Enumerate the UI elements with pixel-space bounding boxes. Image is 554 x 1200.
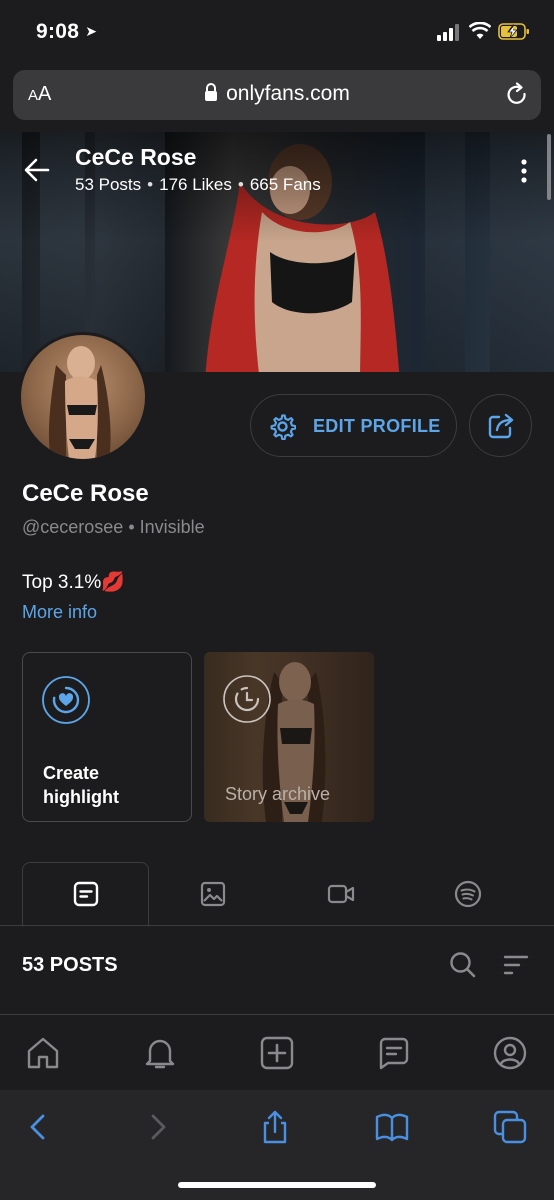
video-icon	[327, 884, 355, 904]
status-bar: 9:08 ➤	[0, 0, 554, 64]
tabs-icon[interactable]	[493, 1110, 527, 1144]
presence-status: Invisible	[139, 517, 205, 537]
edit-profile-label: EDIT PROFILE	[313, 416, 441, 436]
fans-stat: 665 Fans	[249, 175, 321, 194]
gear-icon	[270, 414, 296, 440]
handle-line: @cecerosee • Invisible	[22, 517, 205, 538]
tab-videos[interactable]	[277, 862, 403, 926]
media-icon	[200, 881, 226, 907]
content-tabs	[0, 862, 554, 927]
time-text: 9:08	[36, 20, 80, 43]
edit-profile-button[interactable]: EDIT PROFILE	[250, 394, 457, 457]
home-indicator[interactable]	[178, 1182, 376, 1188]
profile-icon[interactable]	[492, 1035, 528, 1071]
home-icon[interactable]	[25, 1035, 61, 1071]
status-time: 9:08 ➤	[36, 20, 97, 44]
story-archive-icon	[223, 675, 271, 723]
reload-icon[interactable]	[505, 82, 529, 108]
profile-name: CeCe Rose	[22, 480, 149, 507]
battery-charging-icon	[498, 23, 529, 40]
browser-forward-icon[interactable]	[140, 1110, 174, 1144]
wifi-icon	[469, 22, 491, 39]
browser-share-icon[interactable]	[258, 1110, 292, 1144]
profile-stats: 53 Posts • 176 Likes • 665 Fans	[75, 175, 321, 195]
spotify-icon	[454, 880, 482, 908]
create-highlight-card[interactable]: Create highlight	[22, 652, 192, 822]
url-display[interactable]: onlyfans.com	[13, 82, 541, 106]
more-info-link[interactable]: More info	[22, 602, 97, 623]
posts-stat: 53 Posts	[75, 175, 142, 194]
posts-icon	[73, 881, 99, 907]
url-text: onlyfans.com	[226, 82, 350, 105]
messages-icon[interactable]	[376, 1035, 412, 1071]
bell-icon[interactable]	[142, 1035, 178, 1071]
likes-stat: 176 Likes	[159, 175, 232, 194]
share-profile-button[interactable]	[469, 394, 532, 457]
cellular-signal-icon	[437, 24, 459, 41]
story-archive-card[interactable]: Story archive	[204, 652, 374, 822]
browser-back-icon[interactable]	[22, 1110, 56, 1144]
lock-icon	[205, 83, 218, 101]
avatar-figure	[48, 346, 111, 459]
story-archive-label: Story archive	[225, 784, 331, 804]
address-bar[interactable]: AA onlyfans.com	[13, 70, 541, 120]
sort-icon[interactable]	[502, 953, 530, 977]
tab-spotify[interactable]	[404, 862, 532, 926]
bottom-navigation	[0, 1014, 554, 1090]
cover-profile-name: CeCe Rose	[75, 144, 197, 170]
separator-dot: •	[237, 175, 244, 194]
separator-dot: •	[128, 517, 135, 537]
separator-dot: •	[147, 175, 154, 194]
back-arrow-icon[interactable]	[24, 158, 50, 182]
avatar[interactable]	[18, 332, 148, 462]
create-highlight-line1: Create	[43, 763, 100, 783]
tab-media[interactable]	[150, 862, 276, 926]
search-icon[interactable]	[449, 951, 476, 978]
create-highlight-icon	[42, 676, 90, 724]
bookmarks-icon[interactable]	[375, 1110, 409, 1144]
create-highlight-label: Create highlight	[43, 761, 119, 809]
tab-posts[interactable]	[22, 862, 149, 927]
share-icon	[488, 413, 514, 439]
more-options-icon[interactable]	[516, 156, 532, 186]
profile-bio: Top 3.1%💋	[22, 572, 125, 593]
scrollbar[interactable]	[547, 134, 551, 200]
posts-count-label: 53 POSTS	[22, 954, 118, 976]
add-post-icon[interactable]	[259, 1035, 295, 1071]
profile-handle: @cecerosee	[22, 517, 124, 537]
create-highlight-line2: highlight	[43, 787, 119, 807]
location-arrow-icon: ➤	[85, 23, 98, 39]
